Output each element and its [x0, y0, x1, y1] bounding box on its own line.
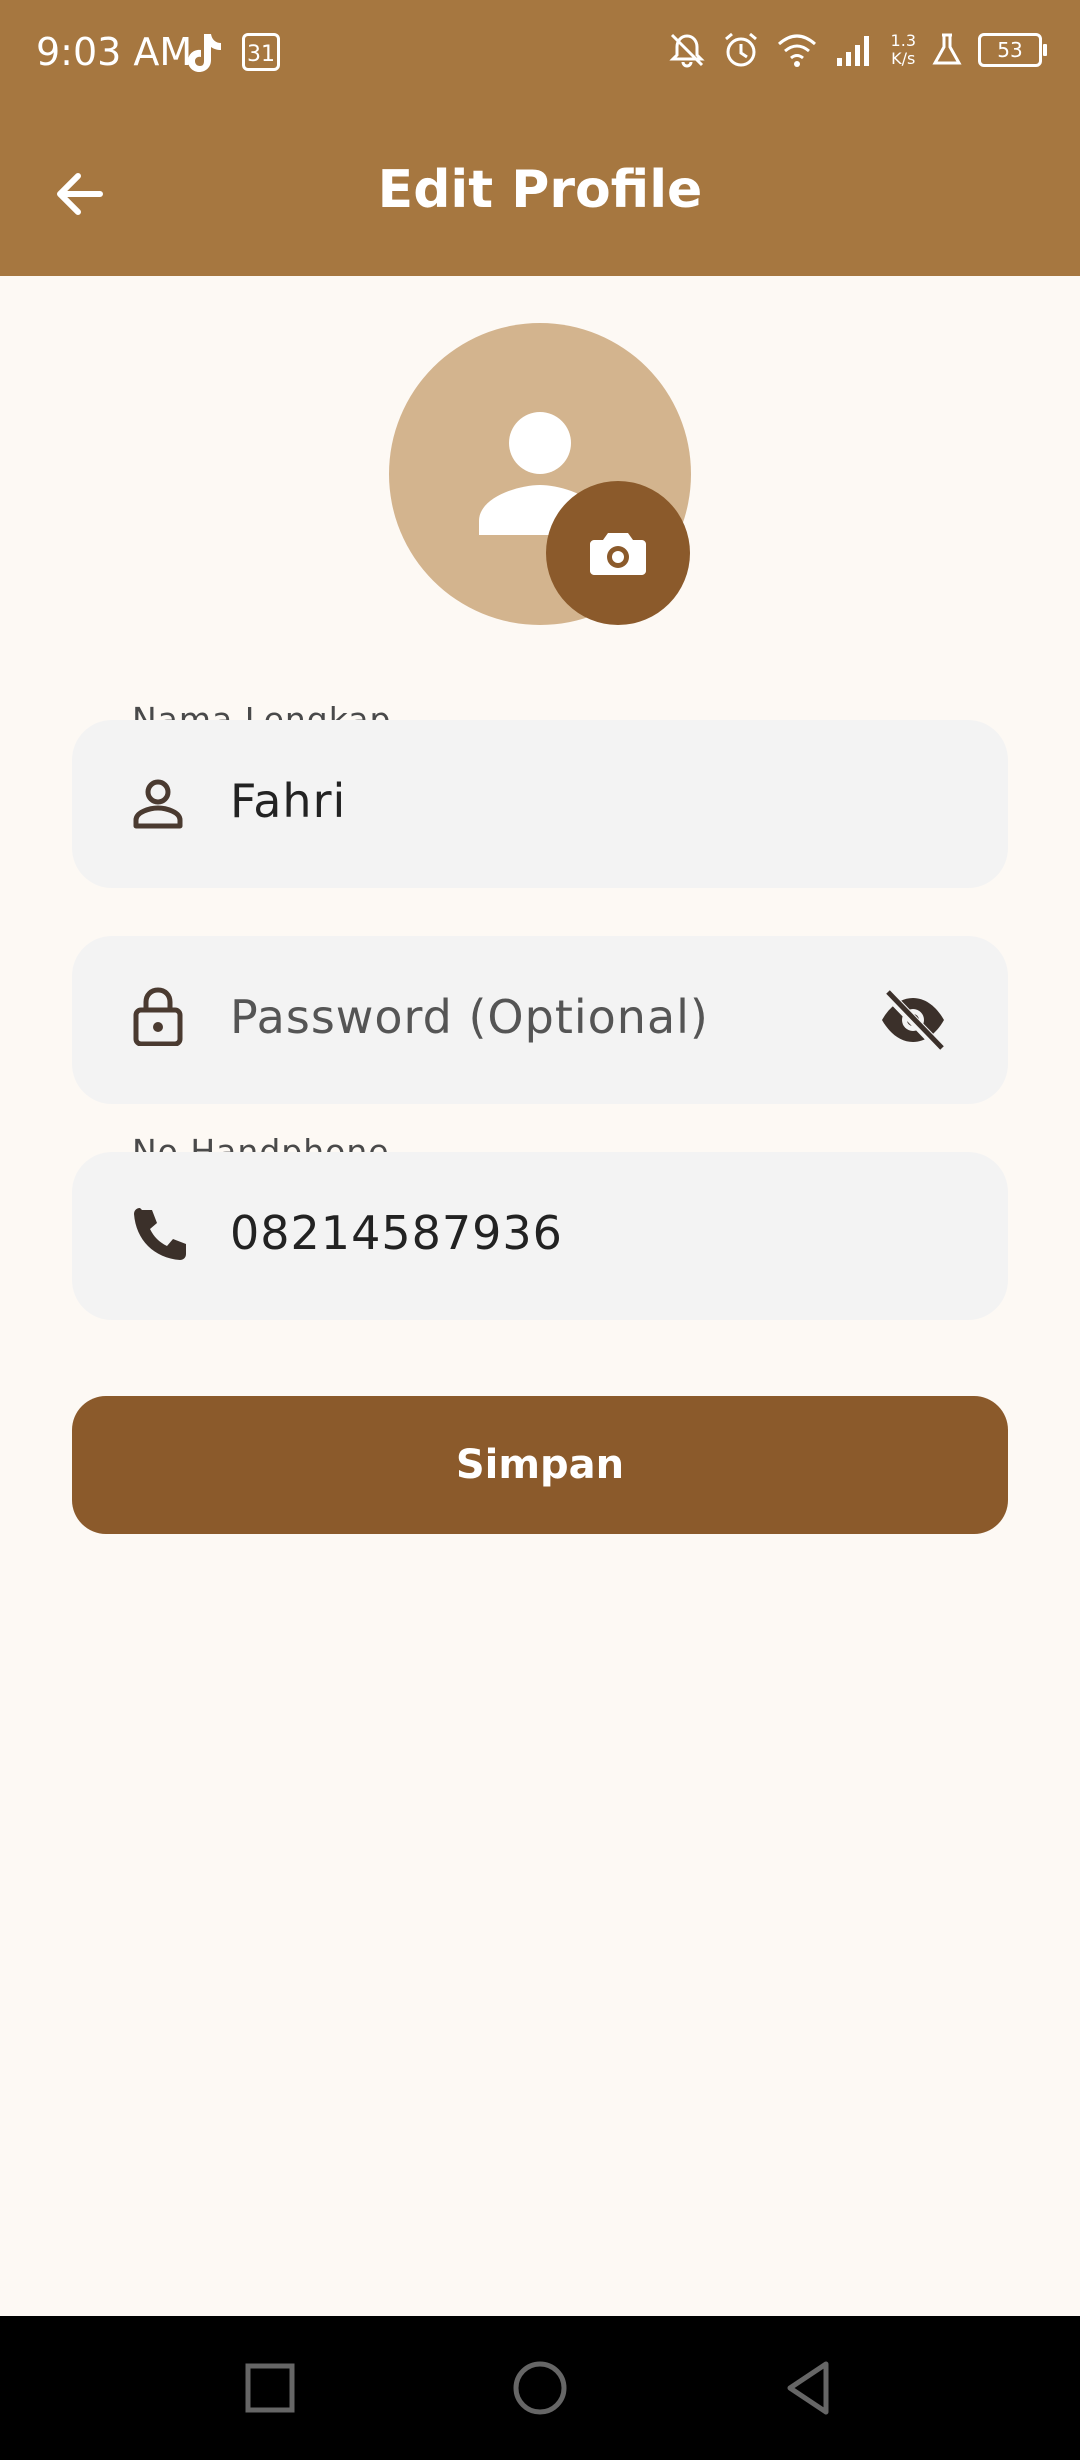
name-input[interactable]: Fahri	[230, 774, 346, 828]
status-bar: 9:03 AM 31 1.3 K/s 53	[0, 0, 1080, 110]
change-photo-button[interactable]	[546, 481, 690, 625]
page-title: Edit Profile	[377, 160, 703, 220]
phone-icon	[134, 1208, 186, 1260]
back-nav-icon[interactable]	[780, 2358, 840, 2418]
status-time: 9:03 AM	[36, 30, 193, 74]
system-nav-bar	[0, 2316, 1080, 2460]
save-button-label: Simpan	[455, 1442, 625, 1488]
network-speed-unit: K/s	[891, 49, 916, 68]
recents-icon[interactable]	[240, 2358, 300, 2418]
calendar-icon: 31	[242, 33, 280, 71]
wifi-icon	[777, 34, 816, 67]
person-outline-icon	[133, 779, 183, 829]
camera-icon	[590, 533, 646, 575]
signal-icon	[836, 36, 869, 66]
network-speed-value: 1.3	[890, 31, 916, 50]
battery-level: 53	[997, 38, 1023, 62]
home-icon[interactable]	[510, 2358, 570, 2418]
bell-off-icon	[668, 33, 705, 68]
tiktok-icon	[188, 34, 221, 72]
battery-icon: 53	[978, 33, 1047, 67]
save-button[interactable]: Simpan	[72, 1396, 1008, 1534]
lab-icon	[932, 33, 962, 65]
phone-field[interactable]: 08214587936	[72, 1152, 1008, 1320]
eye-off-icon[interactable]	[878, 988, 948, 1052]
password-field[interactable]: Password (Optional)	[72, 936, 1008, 1104]
lock-icon	[133, 987, 183, 1046]
network-speed: 1.3 K/s	[891, 32, 916, 68]
calendar-day: 31	[247, 42, 275, 67]
phone-input[interactable]: 08214587936	[230, 1206, 563, 1260]
name-field[interactable]: Fahri	[72, 720, 1008, 888]
alarm-icon	[724, 32, 757, 67]
password-input[interactable]: Password (Optional)	[230, 990, 709, 1044]
app-bar: Edit Profile	[0, 110, 1080, 276]
